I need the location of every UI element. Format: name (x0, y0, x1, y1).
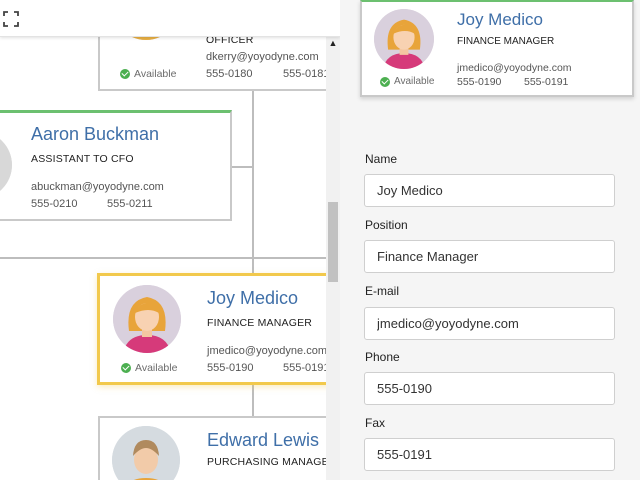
details-panel: Joy Medico FINANCE MANAGER jmedico@yoyod… (340, 0, 640, 480)
employee-card[interactable]: Aaron Buckman ASSISTANT TO CFO abuckman@… (0, 110, 232, 221)
employee-card[interactable]: Edward Lewis PURCHASING MANAGER (98, 416, 340, 480)
female-avatar-icon (113, 285, 181, 353)
expand-icon[interactable] (2, 10, 20, 28)
org-chart-area: OFFICER dkerry@yoyodyne.com 555-0180 555… (0, 0, 340, 480)
vertical-scrollbar[interactable]: ▲ (326, 36, 340, 480)
employee-email[interactable]: abuckman@yoyodyne.com (31, 181, 164, 193)
connector-line (252, 90, 254, 274)
name-label: Name (365, 152, 398, 166)
email-label: E-mail (365, 284, 400, 298)
female-avatar-icon (374, 9, 434, 69)
fax-input[interactable] (364, 438, 615, 471)
detail-phone: 555-0190 (457, 76, 502, 88)
employee-name[interactable]: Aaron Buckman (31, 124, 159, 145)
detail-email: jmedico@yoyodyne.com (457, 62, 572, 74)
name-input[interactable] (364, 174, 615, 207)
status-badge: Available (120, 68, 176, 80)
phone-label: Phone (365, 350, 400, 364)
male-avatar-icon (112, 426, 180, 480)
email-input[interactable] (364, 307, 615, 340)
employee-email[interactable]: jmedico@yoyodyne.com (207, 345, 327, 357)
employee-fax: 555-0191 (283, 362, 330, 374)
employee-phone: 555-0180 (206, 68, 253, 80)
status-label: Available (134, 68, 177, 80)
employee-phone: 555-0190 (207, 362, 254, 374)
employee-title: PURCHASING MANAGER (207, 456, 337, 468)
scroll-up-icon[interactable]: ▲ (326, 36, 340, 50)
chart-toolbar (0, 0, 340, 37)
fax-label: Fax (365, 416, 386, 430)
status-badge: Available (121, 362, 177, 374)
status-label: Available (394, 76, 435, 87)
employee-card-selected[interactable]: Joy Medico FINANCE MANAGER jmedico@yoyod… (97, 273, 340, 385)
detail-fax: 555-0191 (524, 76, 569, 88)
employee-name[interactable]: Edward Lewis (207, 430, 319, 451)
employee-email[interactable]: dkerry@yoyodyne.com (206, 51, 319, 63)
detail-name: Joy Medico (457, 10, 543, 29)
check-circle-icon (380, 76, 390, 87)
employee-fax: 555-0211 (107, 198, 153, 210)
position-input[interactable] (364, 240, 615, 273)
connector-line (232, 166, 253, 168)
check-circle-icon (120, 69, 130, 79)
phone-input[interactable] (364, 372, 615, 405)
male-avatar-icon (0, 131, 12, 199)
position-label: Position (365, 218, 408, 232)
connector-line (0, 257, 326, 259)
status-label: Available (135, 362, 178, 374)
employee-title: FINANCE MANAGER (207, 317, 313, 329)
status-badge: Available (380, 76, 434, 87)
employee-name[interactable]: Joy Medico (207, 288, 298, 309)
detail-title: FINANCE MANAGER (457, 36, 555, 47)
employee-phone: 555-0210 (31, 198, 78, 210)
employee-fax: 555-0181 (283, 68, 330, 80)
employee-title: ASSISTANT TO CFO (31, 153, 134, 165)
selected-employee-card: Joy Medico FINANCE MANAGER jmedico@yoyod… (360, 0, 634, 97)
scrollbar-thumb[interactable] (328, 202, 338, 282)
connector-line (252, 384, 254, 416)
check-circle-icon (121, 363, 131, 373)
